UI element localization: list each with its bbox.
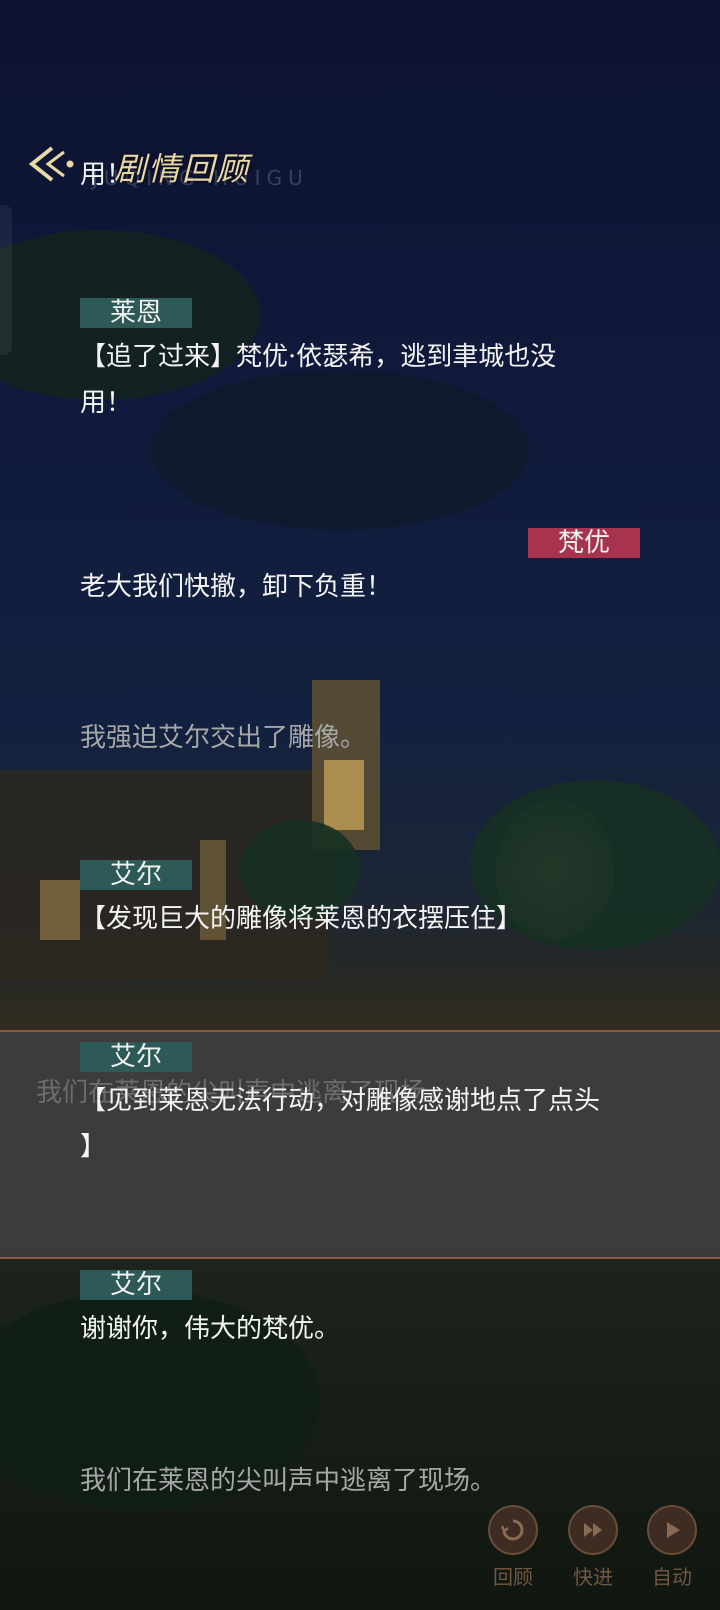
- dialogue-text: 【见到莱恩无法行动，对雕像感谢地点了点头 】: [80, 1086, 601, 1162]
- speaker-tag: 艾尔: [80, 860, 193, 890]
- back-arrow-icon[interactable]: [26, 144, 78, 184]
- log-fragment: 用！: [80, 152, 640, 198]
- background-scene: [0, 0, 720, 1610]
- fast-forward-button[interactable]: 快进: [553, 1505, 633, 1590]
- dialogue-text: 老大我们快撤，卸下负重！: [80, 572, 393, 602]
- log-entry: 我们在莱恩的尖叫声中逃离了现场。: [80, 1458, 640, 1504]
- fast-forward-icon: [568, 1505, 618, 1555]
- speaker-tag: 艾尔: [80, 1042, 193, 1072]
- history-button[interactable]: 回顾: [473, 1505, 553, 1590]
- dialogue-text: 【追了过来】梵优·依瑟希，逃到聿城也没 用！: [80, 342, 557, 418]
- fast-forward-label: 快进: [573, 1565, 613, 1589]
- history-icon: [488, 1505, 538, 1555]
- dialogue-text: 谢谢你，伟大的梵优。: [80, 1314, 341, 1344]
- play-icon: [647, 1505, 697, 1555]
- auto-button[interactable]: 自动: [632, 1505, 712, 1590]
- speaker-tag: 梵优: [527, 528, 640, 558]
- log-entry: 我强迫艾尔交出了雕像。: [80, 715, 640, 761]
- dialogue-text: 【发现巨大的雕像将莱恩的衣摆压住】: [80, 904, 523, 934]
- speaker-tag: 莱恩: [80, 298, 193, 328]
- fragment-text: 用！: [80, 160, 133, 190]
- narration-text: 我强迫艾尔交出了雕像。: [80, 723, 367, 753]
- side-handle: [0, 205, 12, 355]
- history-label: 回顾: [493, 1565, 533, 1589]
- narration-text: 我们在莱恩的尖叫声中逃离了现场。: [80, 1466, 497, 1496]
- auto-label: 自动: [652, 1565, 692, 1589]
- speaker-tag: 艾尔: [80, 1270, 193, 1300]
